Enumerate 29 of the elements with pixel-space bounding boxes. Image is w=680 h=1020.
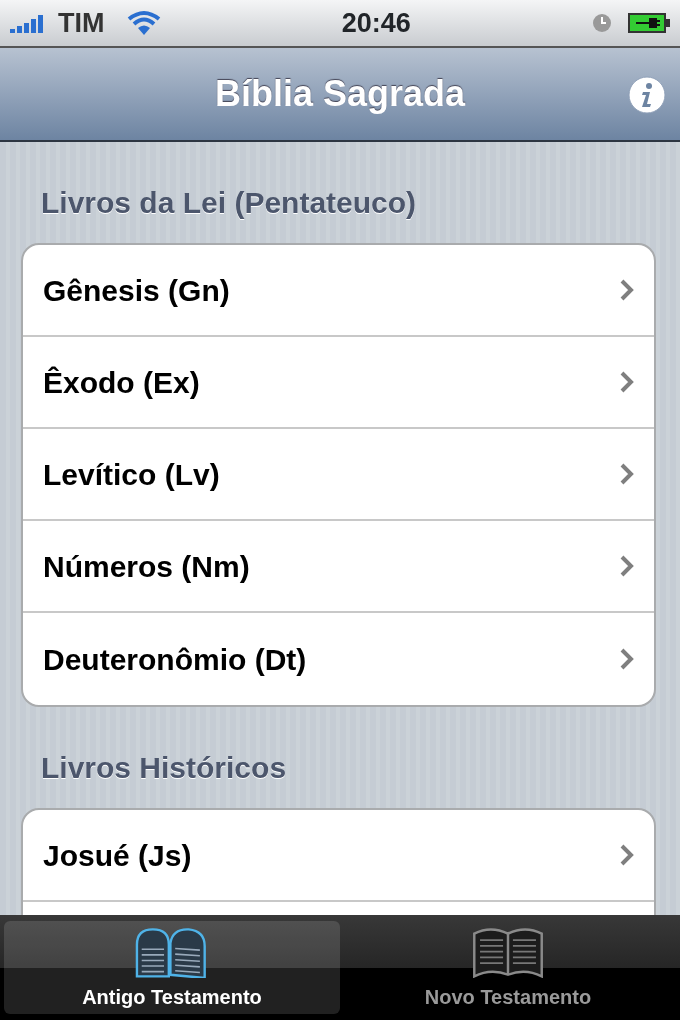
status-time: 20:46 (341, 6, 411, 40)
section-header: Livros da Lei (Pentateuco) (40, 185, 418, 221)
chevron-icon (620, 463, 634, 485)
tab-item[interactable]: Novo Testamento (340, 921, 676, 1014)
row-label: Levítico (Lv) (43, 456, 220, 493)
carrier-name: TIM (58, 6, 105, 40)
tab-item[interactable]: Antigo Testamento (4, 921, 340, 1014)
chevron-icon (620, 555, 634, 577)
row-label: Êxodo (Ex) (43, 364, 200, 401)
section-header: Livros Históricos (40, 750, 288, 786)
row-label: Gênesis (Gn) (43, 272, 230, 309)
list-row[interactable]: Êxodo (Ex) (23, 337, 654, 429)
wifi-icon (126, 10, 161, 36)
info-button[interactable] (628, 76, 666, 114)
nav-title: Bíblia Sagrada (214, 72, 466, 116)
battery-icon (628, 13, 670, 33)
chevron-icon (620, 648, 634, 670)
list-row[interactable]: Levítico (Lv) (23, 429, 654, 521)
chevron-icon (620, 844, 634, 866)
list-row[interactable]: Deuteronômio (Dt) (23, 613, 654, 705)
chevron-icon (620, 279, 634, 301)
list-row[interactable]: Gênesis (Gn) (23, 245, 654, 337)
row-label: Números (Nm) (43, 548, 250, 585)
list-row[interactable]: Números (Nm) (23, 521, 654, 613)
clock-icon (592, 13, 612, 33)
chevron-icon (620, 371, 634, 393)
row-label: Josué (Js) (43, 837, 192, 874)
list-row[interactable]: Josué (Js) (23, 810, 654, 902)
row-label: Deuteronômio (Dt) (43, 641, 307, 678)
